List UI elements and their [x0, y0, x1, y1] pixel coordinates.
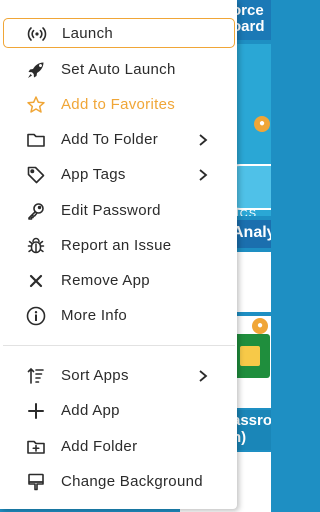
- sort-icon: [25, 365, 47, 387]
- menu-item-label: Sort Apps: [61, 367, 129, 384]
- app-context-menu: Launch Set Auto Launch Add to Favorites …: [0, 0, 237, 509]
- menu-item-add-to-folder[interactable]: Add To Folder: [3, 125, 235, 155]
- key-icon: ●: [252, 318, 268, 334]
- menu-item-edit-password[interactable]: Edit Password: [3, 196, 235, 226]
- paint-roller-icon: [25, 471, 47, 493]
- broadcast-icon: [26, 23, 48, 45]
- menu-item-label: Change Background: [61, 473, 203, 490]
- menu-item-label: More Info: [61, 307, 128, 324]
- app-tile-title: Analy: [232, 224, 271, 241]
- menu-item-label: Add to Favorites: [61, 96, 176, 113]
- plus-icon: [25, 400, 47, 422]
- folder-plus-icon: [25, 436, 47, 458]
- key-icon: ●: [254, 116, 270, 132]
- menu-item-app-tags[interactable]: App Tags: [3, 160, 235, 190]
- close-icon: [25, 270, 47, 292]
- folder-icon: [25, 129, 47, 151]
- menu-item-report-an-issue[interactable]: Report an Issue: [3, 231, 235, 261]
- menu-item-label: Add Folder: [61, 438, 138, 455]
- app-tile-title: assro: [232, 412, 271, 429]
- menu-item-label: Add App: [61, 402, 120, 419]
- chevron-right-icon: [199, 370, 208, 382]
- chevron-right-icon: [199, 134, 208, 146]
- menu-item-label: Remove App: [61, 272, 150, 289]
- menu-item-label: Add To Folder: [61, 131, 159, 148]
- menu-item-more-info[interactable]: More Info: [3, 301, 235, 331]
- menu-item-add-app[interactable]: Add App: [3, 396, 235, 426]
- info-icon: [25, 305, 47, 327]
- rocket-icon: [25, 59, 47, 81]
- menu-item-set-auto-launch[interactable]: Set Auto Launch: [3, 55, 235, 85]
- menu-item-label: Edit Password: [61, 202, 161, 219]
- menu-item-sort-apps[interactable]: Sort Apps: [3, 361, 235, 391]
- menu-item-label: Set Auto Launch: [61, 61, 176, 78]
- key-icon: [25, 200, 47, 222]
- menu-item-remove-app[interactable]: Remove App: [3, 266, 235, 296]
- menu-item-add-to-favorites[interactable]: Add to Favorites: [3, 90, 235, 120]
- bug-icon: [25, 235, 47, 257]
- menu-item-launch[interactable]: Launch: [3, 18, 235, 48]
- chevron-right-icon: [199, 169, 208, 181]
- menu-item-label: Launch: [62, 25, 114, 42]
- star-icon: [25, 94, 47, 116]
- tag-icon: [25, 164, 47, 186]
- menu-divider: [3, 345, 235, 346]
- menu-item-label: App Tags: [61, 166, 126, 183]
- menu-item-label: Report an Issue: [61, 237, 172, 254]
- menu-item-change-background[interactable]: Change Background: [3, 467, 235, 497]
- menu-item-add-folder[interactable]: Add Folder: [3, 432, 235, 462]
